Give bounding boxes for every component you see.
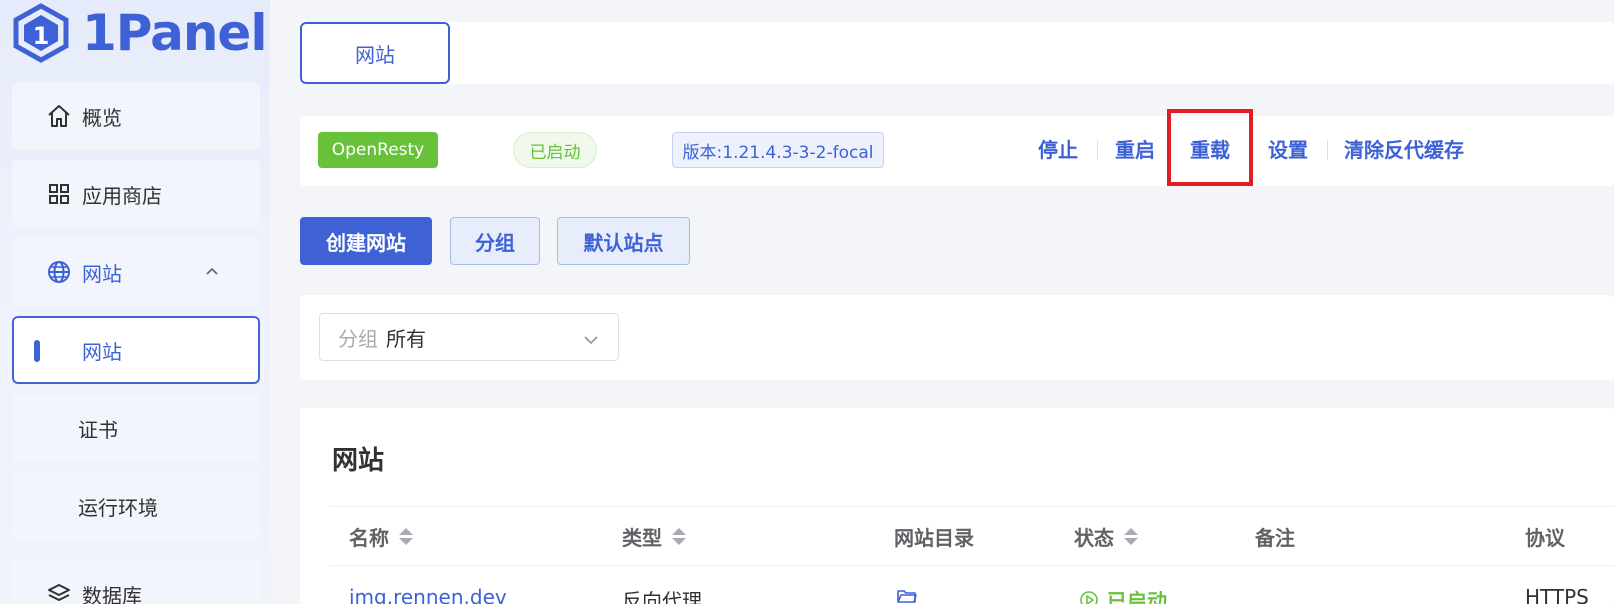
column-header-remark: 备注 (1255, 522, 1295, 551)
column-header-type[interactable]: 类型 (622, 522, 686, 551)
version-tag: 版本:1.21.4.3-3-2-focal (672, 132, 884, 168)
table-top-border (330, 506, 1614, 507)
active-indicator (34, 340, 40, 362)
stop-button[interactable]: 停止 (1038, 136, 1078, 164)
group-filter-select[interactable]: 分组 所有 (319, 313, 619, 361)
clear-proxy-cache-button[interactable]: 清除反代缓存 (1344, 136, 1464, 164)
column-header-label: 网站目录 (894, 526, 974, 550)
column-header-status[interactable]: 状态 (1074, 522, 1138, 551)
highlight-box (1167, 109, 1253, 186)
sidebar-item-overview[interactable]: 概览 (12, 82, 260, 150)
sidebar-item-label: 应用商店 (82, 183, 162, 208)
logo[interactable]: 1 1Panel (12, 2, 267, 64)
select-prefix: 分组 (338, 326, 378, 351)
logo-text: 1Panel (82, 4, 267, 62)
tab-websites[interactable]: 网站 (300, 22, 450, 84)
app-name-tag: OpenResty (318, 132, 438, 168)
sidebar-item-label: 证书 (78, 417, 118, 442)
website-type: 反向代理 (622, 589, 702, 604)
column-header-name[interactable]: 名称 (349, 522, 413, 551)
sidebar-item-websites[interactable]: 网站 (12, 316, 260, 384)
sidebar-item-runtime[interactable]: 运行环境 (12, 472, 260, 540)
folder-icon[interactable] (897, 588, 917, 604)
chevron-up-icon[interactable] (204, 260, 220, 284)
sidebar-item-websites-group[interactable]: 网站 (12, 238, 260, 306)
settings-button[interactable]: 设置 (1268, 136, 1308, 164)
sort-icon[interactable] (672, 528, 686, 545)
chevron-down-icon (582, 330, 600, 354)
sidebar: 1 1Panel 概览 应用商店 网站 网站 证书 运行环境 数据库 (0, 0, 270, 604)
restart-button[interactable]: 重启 (1115, 136, 1155, 164)
sidebar-item-label: 概览 (82, 105, 122, 130)
section-title: 网站 (332, 446, 385, 476)
sort-icon[interactable] (399, 528, 413, 545)
sidebar-item-certificates[interactable]: 证书 (12, 394, 260, 462)
sidebar-item-database[interactable]: 数据库 (12, 560, 260, 604)
column-header-protocol: 协议 (1525, 522, 1565, 551)
status-badge: 已启动 (513, 132, 597, 168)
default-site-button[interactable]: 默认站点 (557, 217, 690, 265)
sidebar-item-app-store[interactable]: 应用商店 (12, 160, 260, 228)
select-value: 所有 (386, 326, 426, 351)
sidebar-item-label: 运行环境 (78, 495, 158, 520)
divider (1097, 140, 1098, 160)
column-header-label: 类型 (622, 526, 662, 550)
column-header-label: 协议 (1525, 526, 1565, 550)
table-header-border (330, 565, 1614, 566)
globe-icon (46, 259, 72, 285)
website-protocol: HTTPS (1525, 585, 1589, 604)
logo-icon: 1 (13, 3, 69, 63)
website-name-link[interactable]: img.rennen.dev (349, 585, 507, 604)
column-header-directory: 网站目录 (894, 522, 974, 551)
create-website-button[interactable]: 创建网站 (300, 217, 432, 265)
apps-grid-icon (46, 181, 72, 207)
tab-bar (300, 22, 1614, 84)
sidebar-item-label: 网站 (82, 339, 122, 364)
column-header-label: 状态 (1074, 526, 1114, 550)
play-circle-icon (1080, 590, 1098, 604)
website-status[interactable]: 已启动 (1079, 585, 1167, 604)
column-header-label: 备注 (1255, 526, 1295, 550)
sidebar-item-label: 网站 (82, 261, 122, 286)
group-button[interactable]: 分组 (450, 217, 540, 265)
sort-icon[interactable] (1124, 528, 1138, 545)
status-text: 已启动 (1107, 589, 1167, 604)
sidebar-item-label: 数据库 (82, 583, 142, 604)
column-header-label: 名称 (349, 526, 389, 550)
home-icon (46, 103, 72, 129)
svg-text:1: 1 (33, 22, 50, 50)
layers-icon (46, 581, 72, 604)
divider (1327, 140, 1328, 160)
